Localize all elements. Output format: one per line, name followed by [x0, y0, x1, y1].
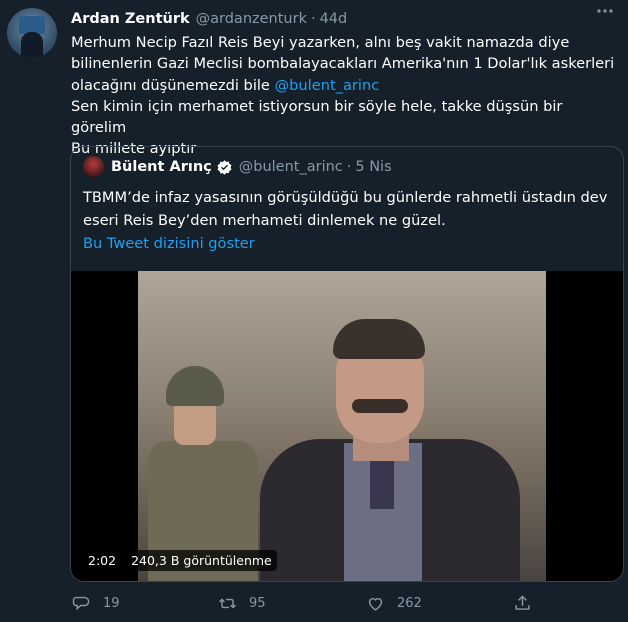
verified-badge-icon [216, 159, 233, 176]
tweet-text-line: bilinenlerin Gazi Meclisi bombalayacakla… [71, 55, 615, 73]
tweet-text-fragment: olacağını düşünemezdi bile [71, 76, 275, 94]
quoted-tweet[interactable]: Bülent Arınç @bulent_arinc · 5 Nis TBMM’… [70, 146, 624, 582]
avatar[interactable] [7, 8, 57, 58]
tweet-text-line: olacağını düşünemezdi bile @bulent_arinc [71, 75, 616, 96]
quoted-author-handle[interactable]: @bulent_arinc [239, 159, 343, 175]
like-button[interactable]: 262 [366, 594, 422, 613]
reply-count: 19 [103, 596, 120, 611]
quoted-author-name[interactable]: Bülent Arınç [111, 159, 212, 175]
tweet-text-line: Sen kimin için merhamet istiyorsun bir s… [71, 97, 563, 137]
show-thread-link[interactable]: Bu Tweet dizisini göster [83, 235, 255, 252]
reply-icon [72, 596, 90, 611]
separator-dot: · [310, 11, 316, 27]
quoted-header: Bülent Arınç @bulent_arinc · 5 Nis [111, 156, 392, 178]
video-views: 240,3 B görüntülenme [126, 549, 277, 571]
retweet-count: 95 [249, 596, 266, 611]
quoted-age[interactable]: 5 Nis [355, 159, 391, 175]
video-info-badges: 2:02 240,3 B görüntülenme [83, 548, 277, 572]
action-bar: 19 95 262 [70, 594, 620, 616]
share-button[interactable] [513, 594, 532, 613]
quoted-avatar[interactable] [83, 156, 104, 177]
like-count: 262 [397, 596, 422, 611]
retweet-icon [219, 598, 236, 609]
tweet-text: Merhum Necip Fazıl Reis Beyi yazarken, a… [71, 32, 616, 160]
tweet-text-line: Merhum Necip Fazıl Reis Beyi yazarken, a… [71, 34, 570, 51]
tweet-header: Ardan Zentürk @ardanzenturk · 44d [71, 9, 347, 29]
share-icon [515, 595, 530, 610]
quoted-text: TBMM’de infaz yasasının görüşüldüğü bu g… [83, 186, 608, 232]
author-name[interactable]: Ardan Zentürk [71, 11, 190, 27]
video-frame [138, 271, 546, 581]
author-handle[interactable]: @ardanzenturk [196, 11, 307, 27]
quoted-text-line: eseri Reis Bey’den merhameti dinlemek ne… [83, 212, 446, 229]
separator-dot: · [346, 159, 352, 175]
man-moustache [352, 399, 408, 413]
man-hair [333, 319, 425, 359]
video-player[interactable]: 2:02 240,3 B görüntülenme [71, 271, 623, 581]
reply-button[interactable]: 19 [72, 594, 120, 613]
retweet-button[interactable]: 95 [218, 594, 266, 613]
tweet-age[interactable]: 44d [320, 11, 348, 27]
video-duration: 2:02 [83, 549, 122, 571]
quoted-text-line: TBMM’de infaz yasasının görüşüldüğü bu g… [83, 189, 608, 206]
mention-link[interactable]: @bulent_arinc [275, 77, 380, 94]
heart-icon [368, 598, 383, 611]
avatar-person [21, 32, 43, 58]
tweet[interactable]: Ardan Zentürk @ardanzenturk · 44d Merhum… [0, 0, 628, 622]
more-options-icon[interactable] [592, 4, 618, 24]
